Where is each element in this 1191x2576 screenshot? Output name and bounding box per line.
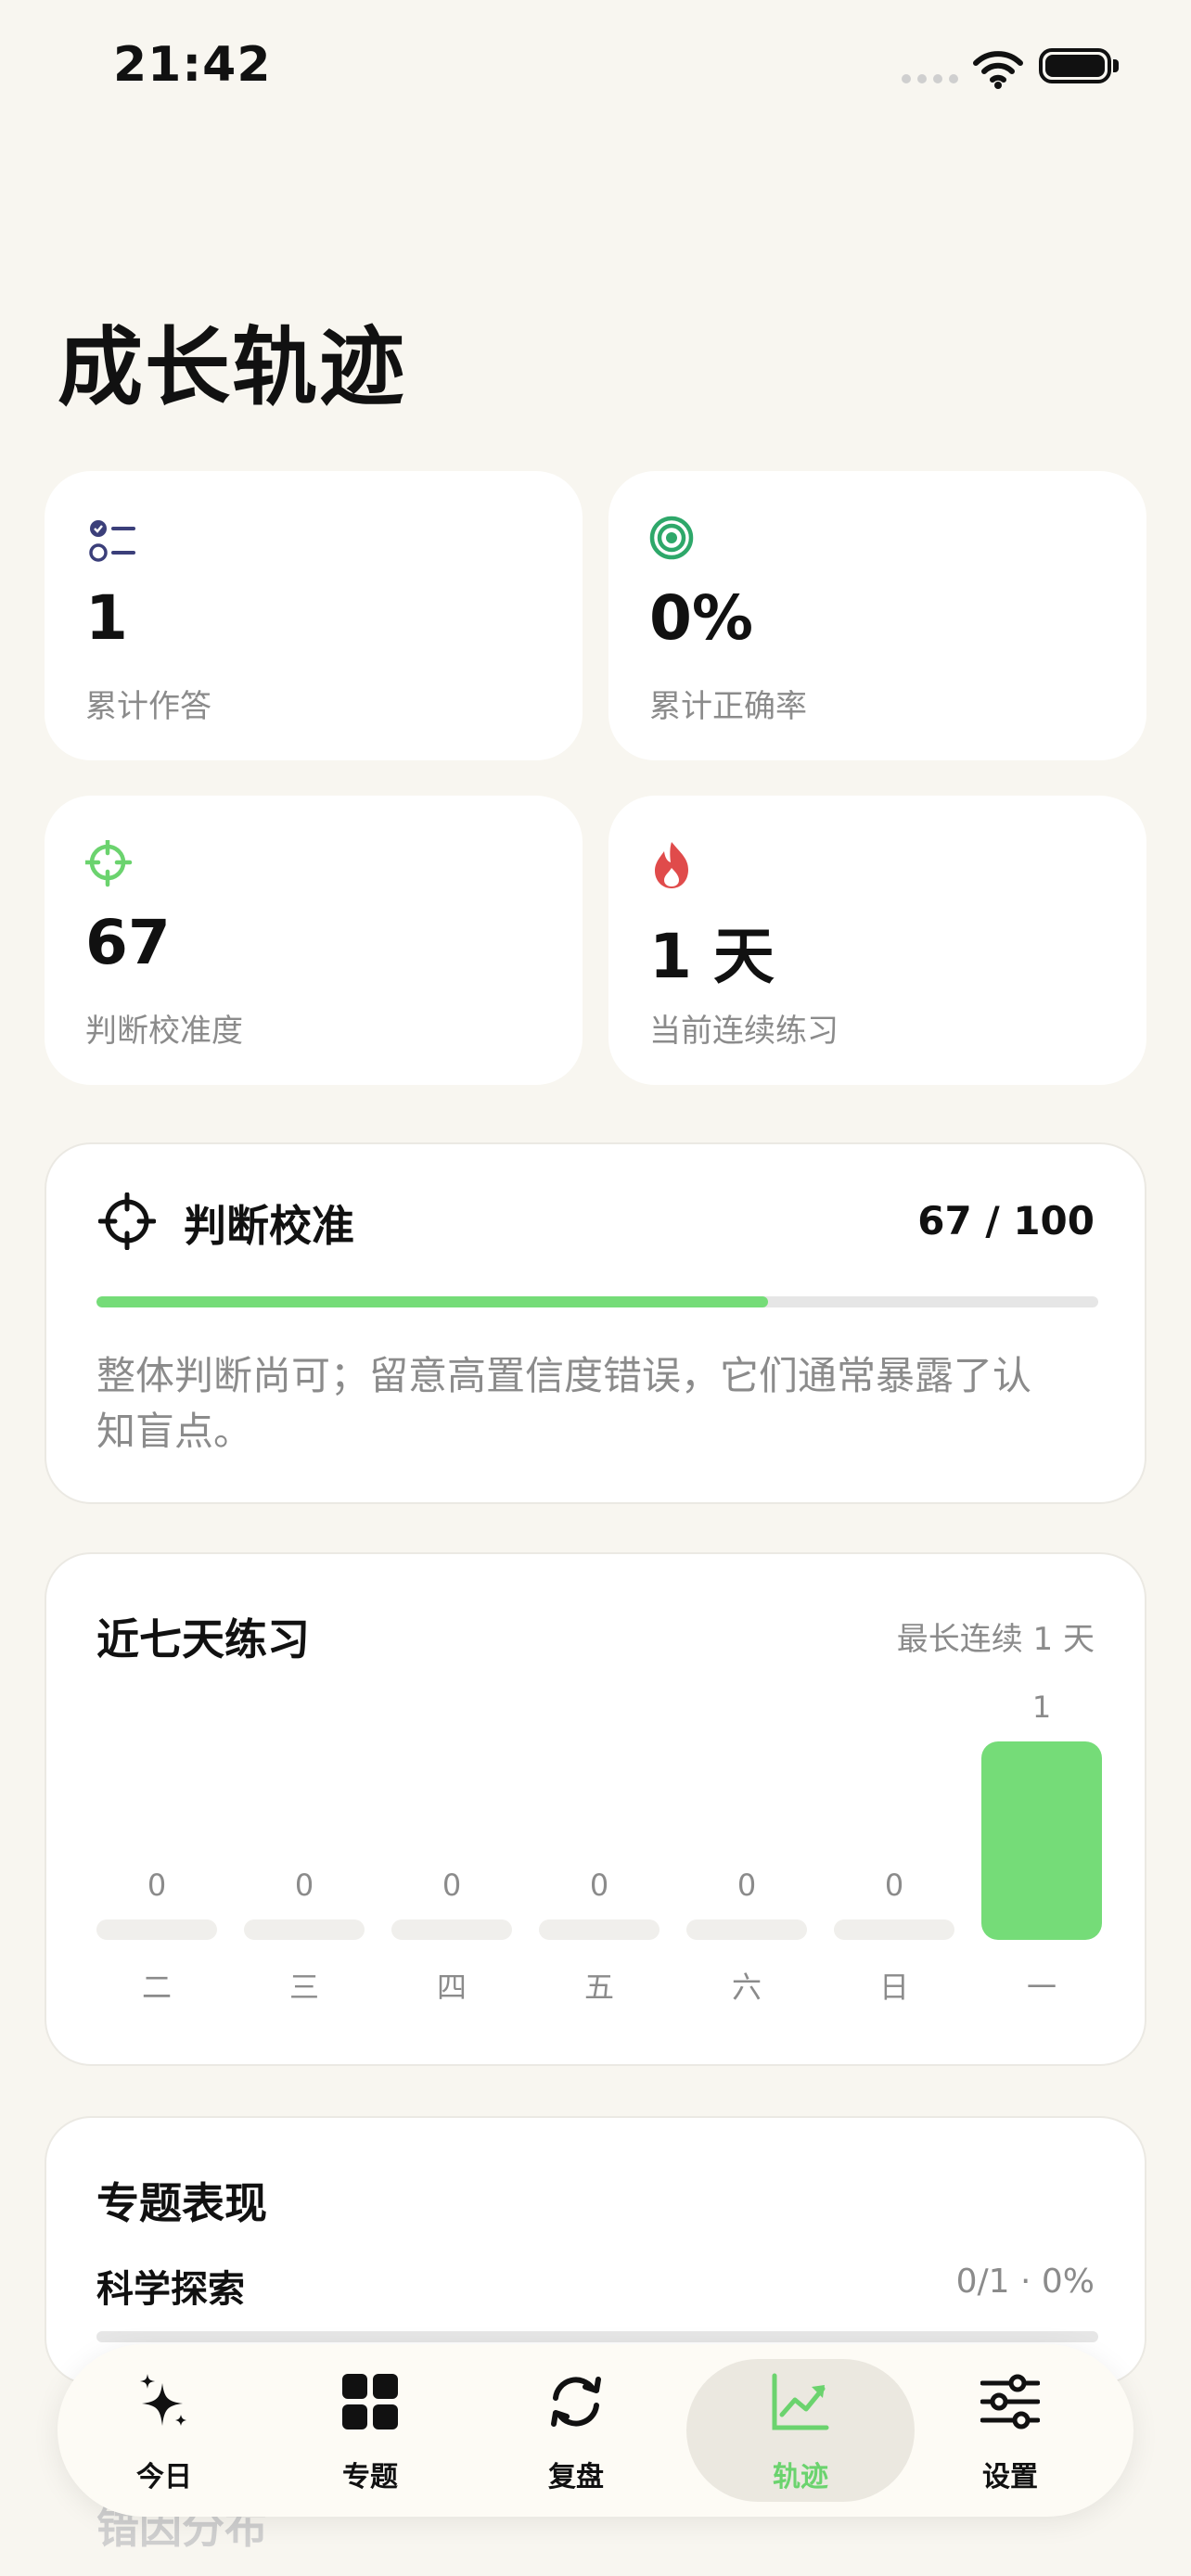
stat-label: 判断校准度 [85,1013,243,1050]
topic-name[interactable]: 科学探索 [96,2259,245,2313]
calibration-score: 67 / 100 [917,1198,1095,1243]
stat-label: 累计作答 [85,688,211,725]
tab-label: 专题 [342,2461,398,2493]
chart-bar [96,1919,217,1940]
refresh-icon [551,2377,601,2427]
calibration-progress-fill [96,1296,768,1307]
weekly-practice-card: 近七天练习 最长连续 1 天 0 二 0 三 0 四 0 五 0 六 0 日 1 一 [45,1552,1146,2066]
chart-day-label: 一 [1026,1970,1057,2005]
chart-day-label: 五 [583,1970,614,2005]
calibration-title: 判断校准 [184,1201,354,1251]
tab-review[interactable]: 复盘 [469,2344,683,2517]
chart-day-label: 三 [288,1970,319,2005]
status-time: 21:42 [113,37,272,93]
trend-icon [772,2373,829,2430]
stat-value: 1 [85,582,128,654]
chart-bar [686,1919,807,1940]
chart-day-label: 六 [731,1970,762,2005]
chart-day-label: 日 [878,1970,909,2005]
chart-bar-value: 0 [589,1868,609,1903]
tab-today[interactable]: 今日 [58,2344,271,2517]
page-title: 成长轨迹 [58,318,407,417]
grid-icon [342,2374,398,2429]
stat-value: 1 天 [649,921,775,992]
weekly-title: 近七天练习 [96,1614,310,1664]
sparkle-icon [140,2374,186,2426]
tab-label: 复盘 [548,2461,604,2493]
stat-value: 0% [649,582,754,654]
stat-value: 67 [85,907,171,978]
tab-bar: 今日 专题 复盘 轨迹 设置 [58,2344,1133,2517]
wifi-icon [973,51,1023,89]
stat-card-calibration: 67 判断校准度 [45,796,583,1085]
longest-streak-note: 最长连续 1 天 [896,1621,1095,1658]
chart-bar-value: 0 [147,1868,167,1903]
chart-day-label: 四 [436,1970,467,2005]
stat-label: 累计正确率 [649,688,807,725]
calibration-card: 判断校准 67 / 100 整体判断尚可；留意高置信度错误，它们通常暴露了认知盲… [45,1142,1146,1504]
chart-bar [391,1919,512,1940]
chart-bar [244,1919,365,1940]
chart-bar-value: 0 [294,1868,314,1903]
stat-card-total-answers: 1 累计作答 [45,471,583,760]
checklist-icon [89,520,135,562]
chart-day-label: 二 [141,1970,172,2005]
chart-bar [981,1741,1102,1940]
tab-topics[interactable]: 专题 [263,2344,477,2517]
chart-bar [539,1919,660,1940]
cellular-signal-icon [902,74,958,83]
crosshair-icon [98,1192,156,1250]
sliders-icon [980,2374,1040,2429]
tab-label: 今日 [136,2461,192,2493]
battery-tip [1113,59,1119,72]
chart-bar-value: 0 [736,1868,757,1903]
chart-bar [834,1919,954,1940]
crosshair-icon [85,840,133,887]
chart-bar-value: 0 [442,1868,462,1903]
battery-icon [1039,48,1111,83]
calibration-progress-bar [96,1296,1098,1307]
tab-settings[interactable]: 设置 [903,2344,1117,2517]
stat-card-accuracy: 0% 累计正确率 [608,471,1146,760]
chart-bar-value: 0 [884,1868,904,1903]
tab-label: 轨迹 [773,2461,828,2493]
chart-bar-value: 1 [1031,1690,1052,1725]
topic-section-title: 专题表现 [96,2178,267,2228]
calibration-description: 整体判断尚可；留意高置信度错误，它们通常暴露了认知盲点。 [96,1353,1032,1454]
target-icon [649,516,694,560]
tab-trajectory[interactable]: 轨迹 [686,2344,915,2517]
flame-icon [655,842,688,888]
topic-stat: 0/1 · 0% [955,2263,1095,2301]
topic-progress-bar [96,2331,1098,2342]
stat-card-streak: 1 天 当前连续练习 [608,796,1146,1085]
stat-label: 当前连续练习 [649,1013,839,1050]
tab-label: 设置 [982,2461,1038,2493]
